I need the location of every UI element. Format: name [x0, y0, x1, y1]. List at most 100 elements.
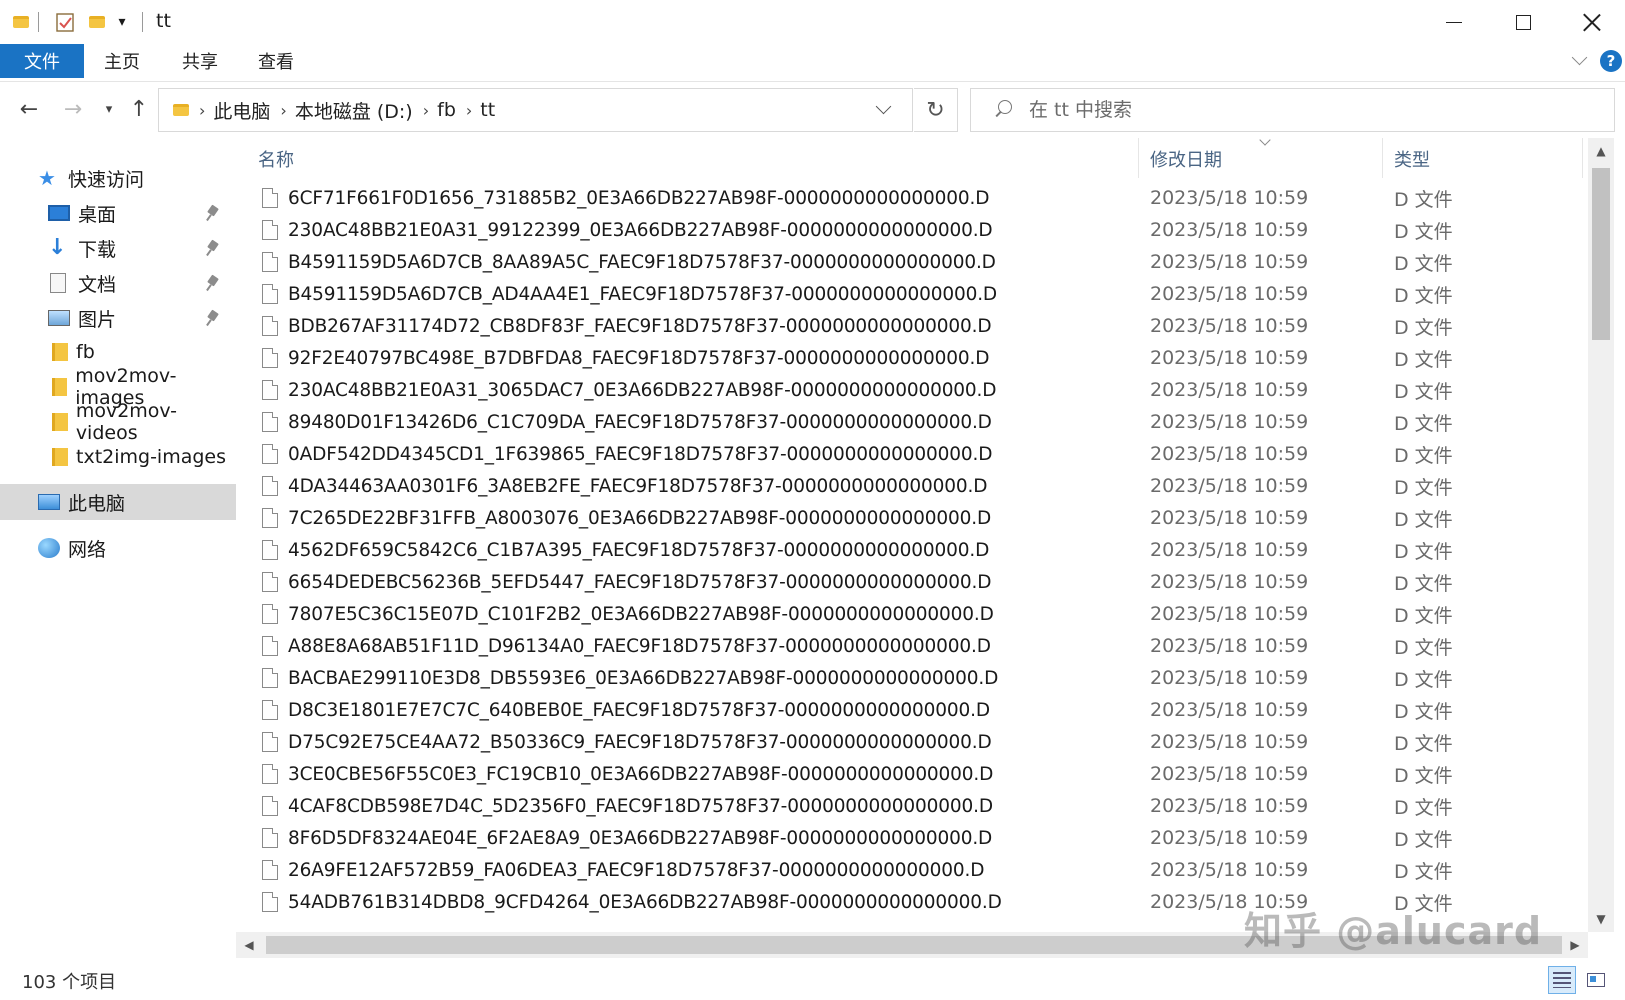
- file-row[interactable]: 8F6D5DF8324AE04E_6F2AE8A9_0E3A66DB227AB9…: [236, 822, 1588, 854]
- status-bar: 103 个项目: [0, 958, 1625, 1000]
- column-divider[interactable]: [1138, 138, 1139, 178]
- scroll-right-arrow-icon[interactable]: ▶: [1562, 932, 1588, 958]
- file-row[interactable]: D8C3E1801E7E7C7C_640BEB0E_FAEC9F18D7578F…: [236, 694, 1588, 726]
- file-row[interactable]: 4CAF8CDB598E7D4C_5D2356F0_FAEC9F18D7578F…: [236, 790, 1588, 822]
- sidebar-item-txt2img-images[interactable]: txt2img-images: [0, 439, 236, 475]
- file-row[interactable]: D75C92E75CE4AA72_B50336C9_FAEC9F18D7578F…: [236, 726, 1588, 758]
- tab-file[interactable]: 文件: [0, 44, 84, 78]
- file-row[interactable]: BACBAE299110E3D8_DB5593E6_0E3A66DB227AB9…: [236, 662, 1588, 694]
- breadcrumb-this-pc[interactable]: 此电脑: [213, 97, 270, 124]
- file-row[interactable]: 26A9FE12AF572B59_FA06DEA3_FAEC9F18D7578F…: [236, 854, 1588, 886]
- vertical-scrollbar[interactable]: ▲ ▼: [1588, 138, 1614, 932]
- breadcrumb-local-disk[interactable]: 本地磁盘 (D:): [295, 97, 413, 124]
- file-row[interactable]: 92F2E40797BC498E_B7DBFDA8_FAEC9F18D7578F…: [236, 342, 1588, 374]
- file-type: D 文件: [1394, 444, 1453, 467]
- pin-icon[interactable]: [206, 310, 220, 326]
- file-row[interactable]: 6654DEDEBC56236B_5EFD5447_FAEC9F18D7578F…: [236, 566, 1588, 598]
- sidebar-item-this-pc[interactable]: 此电脑: [0, 484, 236, 520]
- properties-icon[interactable]: [52, 8, 78, 36]
- file-name: 6CF71F661F0D1656_731885B2_0E3A66DB227AB9…: [288, 187, 990, 209]
- new-folder-icon[interactable]: [86, 8, 108, 36]
- pin-icon[interactable]: [206, 240, 220, 256]
- breadcrumb-tt[interactable]: tt: [480, 99, 495, 121]
- file-type: D 文件: [1394, 700, 1453, 723]
- file-row[interactable]: 4DA34463AA0301F6_3A8EB2FE_FAEC9F18D7578F…: [236, 470, 1588, 502]
- forward-arrow-icon[interactable]: →: [58, 94, 88, 124]
- breadcrumb-chevron-icon[interactable]: ›: [423, 101, 429, 120]
- vertical-scroll-thumb[interactable]: [1592, 168, 1610, 340]
- file-row[interactable]: B4591159D5A6D7CB_8AA89A5C_FAEC9F18D7578F…: [236, 246, 1588, 278]
- column-divider[interactable]: [1582, 138, 1583, 178]
- column-header-name[interactable]: 名称: [258, 146, 294, 172]
- file-row[interactable]: 6CF71F661F0D1656_731885B2_0E3A66DB227AB9…: [236, 182, 1588, 214]
- title-separator: [142, 12, 143, 32]
- file-icon: [262, 284, 278, 304]
- sidebar-item-pictures[interactable]: 图片: [0, 300, 236, 336]
- file-date: 2023/5/18 10:59: [1150, 283, 1309, 305]
- up-arrow-icon[interactable]: ↑: [124, 94, 154, 124]
- tab-view[interactable]: 查看: [244, 44, 308, 78]
- file-row[interactable]: 0ADF542DD4345CD1_1F639865_FAEC9F18D7578F…: [236, 438, 1588, 470]
- file-row[interactable]: 89480D01F13426D6_C1C709DA_FAEC9F18D7578F…: [236, 406, 1588, 438]
- file-date: 2023/5/18 10:59: [1150, 347, 1309, 369]
- maximize-icon: [1515, 14, 1531, 30]
- back-arrow-icon[interactable]: ←: [14, 94, 44, 124]
- address-bar[interactable]: › 此电脑 › 本地磁盘 (D:) › fb › tt: [158, 88, 913, 132]
- maximize-button[interactable]: [1488, 0, 1558, 44]
- column-header-type[interactable]: 类型: [1394, 146, 1430, 172]
- sidebar-item-label: fb: [76, 341, 95, 363]
- breadcrumb-fb[interactable]: fb: [437, 99, 456, 121]
- breadcrumb-chevron-icon[interactable]: ›: [199, 101, 205, 120]
- title-bar: ▾ tt: [0, 0, 1625, 44]
- expand-ribbon-chevron-icon[interactable]: [1570, 50, 1590, 70]
- sidebar-item-documents[interactable]: 文档: [0, 265, 236, 301]
- large-icons-view-button[interactable]: [1582, 966, 1610, 994]
- breadcrumb-chevron-icon[interactable]: ›: [466, 101, 472, 120]
- sidebar-item-network[interactable]: 网络: [0, 530, 236, 566]
- file-row[interactable]: 7807E5C36C15E07D_C101F2B2_0E3A66DB227AB9…: [236, 598, 1588, 630]
- file-name: 4CAF8CDB598E7D4C_5D2356F0_FAEC9F18D7578F…: [288, 795, 993, 817]
- scroll-down-arrow-icon[interactable]: ▼: [1588, 906, 1614, 932]
- file-row[interactable]: 230AC48BB21E0A31_99122399_0E3A66DB227AB9…: [236, 214, 1588, 246]
- close-icon: [1583, 13, 1601, 31]
- column-header-date[interactable]: 修改日期: [1150, 146, 1222, 172]
- folder-icon: [173, 101, 189, 120]
- breadcrumb-chevron-icon[interactable]: ›: [280, 101, 286, 120]
- pin-icon[interactable]: [206, 275, 220, 291]
- column-divider[interactable]: [1382, 138, 1383, 178]
- sidebar-item-downloads[interactable]: ↓ 下载: [0, 230, 236, 266]
- help-icon[interactable]: ?: [1600, 50, 1622, 72]
- sidebar-item-quick-access[interactable]: ★ 快速访问: [0, 160, 236, 196]
- file-row[interactable]: 4562DF659C5842C6_C1B7A395_FAEC9F18D7578F…: [236, 534, 1588, 566]
- sidebar-item-label: 此电脑: [68, 492, 126, 515]
- file-row[interactable]: BDB267AF31174D72_CB8DF83F_FAEC9F18D7578F…: [236, 310, 1588, 342]
- details-view-button[interactable]: [1548, 966, 1576, 994]
- sidebar-item-mov2mov-videos[interactable]: mov2mov-videos: [0, 400, 236, 444]
- sidebar-item-label: mov2mov-videos: [75, 400, 178, 444]
- file-name: A88E8A68AB51F11D_D96134A0_FAEC9F18D7578F…: [288, 635, 991, 657]
- pin-icon[interactable]: [206, 205, 220, 221]
- file-row[interactable]: A88E8A68AB51F11D_D96134A0_FAEC9F18D7578F…: [236, 630, 1588, 662]
- address-dropdown-chevron-icon[interactable]: [877, 103, 891, 117]
- refresh-icon[interactable]: ↻: [914, 88, 958, 132]
- file-row[interactable]: 3CE0CBE56F55C0E3_FC19CB10_0E3A66DB227AB9…: [236, 758, 1588, 790]
- search-box[interactable]: [970, 88, 1615, 132]
- tab-share[interactable]: 共享: [168, 44, 232, 78]
- file-row[interactable]: B4591159D5A6D7CB_AD4AA4E1_FAEC9F18D7578F…: [236, 278, 1588, 310]
- minimize-button[interactable]: [1419, 0, 1489, 44]
- search-input[interactable]: [1029, 99, 1589, 121]
- file-row[interactable]: 7C265DE22BF31FFB_A8003076_0E3A66DB227AB9…: [236, 502, 1588, 534]
- customize-quick-access-icon[interactable]: ▾: [112, 8, 132, 36]
- column-headers: 名称 修改日期 类型: [236, 138, 1588, 178]
- sidebar-item-desktop[interactable]: 桌面: [0, 195, 236, 231]
- file-row[interactable]: 230AC48BB21E0A31_3065DAC7_0E3A66DB227AB9…: [236, 374, 1588, 406]
- file-name: 3CE0CBE56F55C0E3_FC19CB10_0E3A66DB227AB9…: [288, 763, 994, 785]
- file-type: D 文件: [1394, 316, 1453, 339]
- file-name: BDB267AF31174D72_CB8DF83F_FAEC9F18D7578F…: [288, 315, 992, 337]
- scroll-up-arrow-icon[interactable]: ▲: [1588, 138, 1614, 164]
- folder-app-icon: [10, 8, 32, 36]
- recent-locations-chevron-icon[interactable]: ▾: [94, 94, 124, 124]
- tab-home[interactable]: 主页: [90, 44, 154, 78]
- close-button[interactable]: [1557, 0, 1625, 44]
- scroll-left-arrow-icon[interactable]: ◀: [236, 932, 262, 958]
